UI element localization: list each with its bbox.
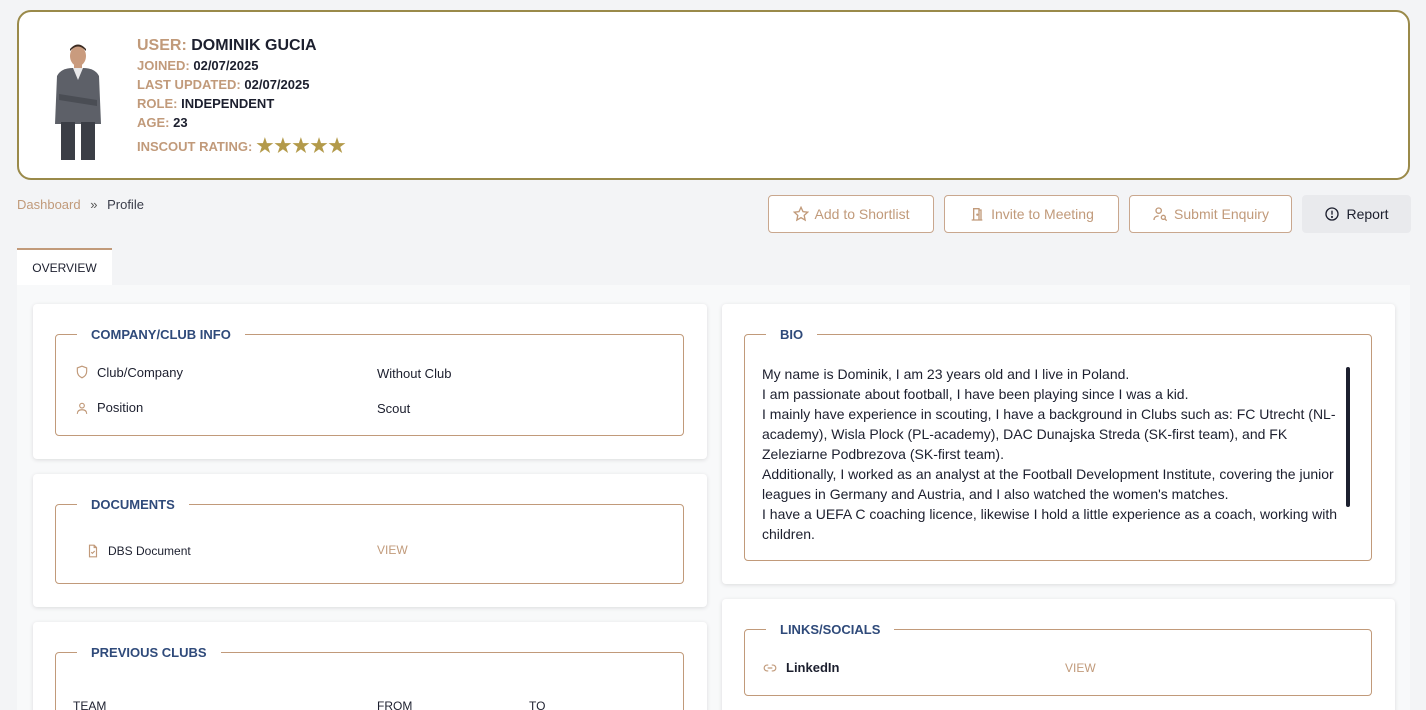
breadcrumb: Dashboard » Profile bbox=[17, 197, 144, 212]
company-info-fieldset: COMPANY/CLUB INFO bbox=[55, 327, 684, 436]
user-label: USER: bbox=[137, 37, 187, 54]
user-name: DOMINIK GUCIA bbox=[191, 37, 317, 54]
report-label: Report bbox=[1346, 206, 1389, 222]
user-icon bbox=[76, 402, 88, 414]
invite-to-meeting-label: Invite to Meeting bbox=[991, 206, 1094, 222]
breadcrumb-separator: » bbox=[90, 197, 98, 212]
profile-header-card: USER: DOMINIK GUCIA JOINED: 02/07/2025 L… bbox=[17, 10, 1410, 180]
rating-star-icon: ★ bbox=[292, 136, 310, 157]
rating-star-icon: ★ bbox=[256, 136, 274, 157]
file-check-icon bbox=[88, 544, 98, 558]
age-row: AGE: 23 bbox=[137, 113, 347, 132]
rating-stars: ★ ★ ★ ★ ★ bbox=[256, 137, 346, 156]
add-to-shortlist-label: Add to Shortlist bbox=[814, 206, 910, 222]
submit-enquiry-button[interactable]: Submit Enquiry bbox=[1129, 195, 1292, 233]
position-value: Scout bbox=[377, 401, 411, 416]
club-company-value: Without Club bbox=[377, 366, 452, 381]
rating-row: INSCOUT RATING: ★ ★ ★ ★ ★ bbox=[137, 137, 347, 156]
updated-row: LAST UPDATED: 02/07/2025 bbox=[137, 75, 347, 94]
age-value: 23 bbox=[173, 115, 188, 130]
breadcrumb-dashboard-link[interactable]: Dashboard bbox=[17, 197, 81, 212]
document-view-link[interactable]: VIEW bbox=[377, 543, 408, 557]
tab-overview[interactable]: OVERVIEW bbox=[17, 248, 112, 286]
role-value: INDEPENDENT bbox=[181, 96, 275, 111]
link-icon bbox=[763, 664, 777, 671]
joined-label: JOINED: bbox=[137, 58, 190, 73]
updated-label: LAST UPDATED: bbox=[137, 77, 241, 92]
bio-paragraph: I am passionate about football, I have b… bbox=[762, 386, 1189, 402]
bio-paragraph: My name is Dominik, I am 23 years old an… bbox=[762, 366, 1130, 382]
links-fieldset: LINKS/SOCIALS bbox=[744, 622, 1372, 696]
company-info-title: COMPANY/CLUB INFO bbox=[91, 327, 231, 342]
rating-star-icon: ★ bbox=[310, 136, 328, 157]
role-label: ROLE: bbox=[137, 96, 178, 111]
bio-title: BIO bbox=[780, 327, 804, 342]
user-search-icon bbox=[1153, 207, 1168, 222]
column-header-team: TEAM bbox=[73, 699, 107, 710]
documents-title: DOCUMENTS bbox=[91, 497, 175, 512]
breadcrumb-current: Profile bbox=[107, 197, 144, 212]
document-item: DBS Document bbox=[86, 543, 191, 559]
previous-clubs-title: PREVIOUS CLUBS bbox=[91, 645, 207, 660]
bio-paragraph: Additionally, I worked as an analyst at … bbox=[762, 466, 1334, 502]
previous-clubs-fieldset: PREVIOUS CLUBS bbox=[55, 645, 684, 710]
link-item: LinkedIn bbox=[762, 660, 839, 675]
star-outline-icon bbox=[792, 206, 809, 222]
submit-enquiry-label: Submit Enquiry bbox=[1174, 206, 1269, 222]
column-header-from: FROM bbox=[377, 699, 413, 710]
link-view-link[interactable]: VIEW bbox=[1065, 661, 1096, 675]
link-name: LinkedIn bbox=[786, 660, 840, 675]
shield-icon bbox=[76, 365, 88, 379]
updated-value: 02/07/2025 bbox=[244, 77, 310, 92]
joined-row: JOINED: 02/07/2025 bbox=[137, 56, 347, 75]
report-button[interactable]: Report bbox=[1302, 195, 1411, 233]
rating-star-icon: ★ bbox=[274, 136, 292, 157]
bio-paragraph: I have a UEFA C coaching licence, likewi… bbox=[762, 506, 1338, 542]
alert-circle-icon bbox=[1325, 207, 1340, 221]
links-title: LINKS/SOCIALS bbox=[780, 622, 881, 637]
age-label: AGE: bbox=[137, 115, 170, 130]
rating-label: INSCOUT RATING: bbox=[137, 139, 253, 154]
bio-paragraph: I mainly have experience in scouting, I … bbox=[762, 406, 1336, 462]
document-name: DBS Document bbox=[108, 544, 191, 558]
documents-fieldset: DOCUMENTS bbox=[55, 497, 684, 584]
door-icon bbox=[971, 208, 983, 221]
bio-scrollbar[interactable] bbox=[1346, 367, 1350, 507]
position-label: Position bbox=[97, 400, 144, 415]
profile-info: USER: DOMINIK GUCIA JOINED: 02/07/2025 L… bbox=[137, 36, 347, 156]
joined-value: 02/07/2025 bbox=[193, 58, 259, 73]
invite-to-meeting-button[interactable]: Invite to Meeting bbox=[944, 195, 1119, 233]
action-bar: Add to Shortlist Invite to Meeting Submi… bbox=[768, 195, 1411, 233]
column-header-to: TO bbox=[529, 699, 546, 710]
rating-star-icon: ★ bbox=[328, 136, 346, 157]
tab-overview-label: OVERVIEW bbox=[32, 261, 97, 275]
position-label-row: Position bbox=[75, 400, 143, 415]
club-company-label: Club/Company bbox=[97, 364, 183, 380]
role-row: ROLE: INDEPENDENT bbox=[137, 94, 347, 113]
bio-text: My name is Dominik, I am 23 years old an… bbox=[762, 364, 1342, 544]
add-to-shortlist-button[interactable]: Add to Shortlist bbox=[768, 195, 934, 233]
user-row: USER: DOMINIK GUCIA bbox=[137, 36, 347, 56]
club-company-label-row: Club/Company bbox=[75, 364, 183, 380]
profile-avatar bbox=[55, 44, 101, 160]
